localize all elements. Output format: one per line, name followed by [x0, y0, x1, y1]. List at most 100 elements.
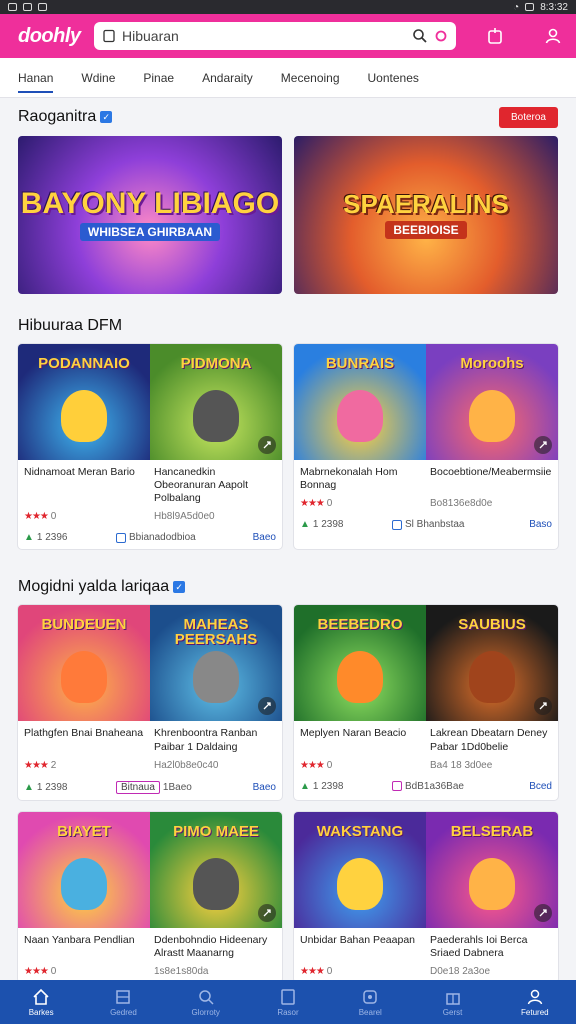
featured-banner[interactable]: SPAERALINS BEEBIOISE [294, 136, 558, 294]
favorite-icon[interactable] [534, 903, 552, 922]
players-icon: ▲ [24, 781, 34, 793]
featured-banner[interactable]: BAYONY LIBIAGO WHIBSEA GHIRBAAN [18, 136, 282, 294]
section-title: Hibuuraa DFM [18, 317, 123, 334]
category-tabs: Hanan Wdine Pinae Andaraity Mecenoing Uo… [0, 58, 576, 98]
art-title: BUNRAIS [325, 355, 395, 372]
game-card[interactable]: BUNRAIS Moroohs Mabrnekonalah Hom Bonnag Bo… [294, 344, 558, 550]
rating-stars: ★★★ [24, 759, 49, 771]
voice-icon[interactable] [434, 29, 448, 43]
wifi-icon: ◔ [513, 1, 520, 13]
art-title: SAUBIUS [458, 616, 526, 634]
card-link[interactable]: Baeo [253, 532, 276, 543]
character-art [61, 857, 107, 910]
character-art [469, 651, 515, 704]
game-meta: D0e18 2a3oe [430, 965, 491, 977]
tab-2[interactable]: Pinae [143, 61, 174, 95]
art-title: PIDMONA [180, 355, 252, 372]
profile-icon[interactable] [544, 27, 562, 45]
rating-stars: ★★★ [300, 965, 325, 977]
tab-3[interactable]: Andaraity [202, 61, 253, 95]
game-card[interactable]: WAKSTANG BELSERAB Unbidar Bahan Peaapan Pae… [294, 811, 558, 983]
home-icon [33, 988, 49, 1005]
character-art [337, 857, 383, 910]
game-thumbnail[interactable]: SAUBIUS [426, 605, 558, 722]
nav-search[interactable]: Glorroty [176, 988, 236, 1017]
favorite-icon[interactable] [258, 903, 276, 922]
notifications-icon[interactable] [486, 27, 504, 45]
status-time: 8:3:32 [540, 1, 568, 13]
rating-value: 0 [326, 965, 333, 977]
game-meta: Bo8136e8d0e [430, 498, 493, 510]
game-card[interactable]: PODANNAIO PIDMONA Nidnamoat Meran Bario Han… [18, 344, 282, 550]
game-title: Bocoebtione/Meabermsiie [430, 466, 552, 478]
recommended-cards: BUNDEUEN MAHEAS PEERSAHS Plathgfen Bnai Bn… [0, 605, 576, 800]
game-title: Nidnamoat Meran Bario [24, 466, 135, 478]
game-thumbnail[interactable]: PIDMONA [150, 344, 282, 460]
card-link[interactable]: Baeo [253, 782, 276, 793]
game-thumbnail[interactable]: BEEBEDRO [294, 605, 426, 722]
game-card[interactable]: BEEBEDRO SAUBIUS Meplyen Naran Beacio Lakre… [294, 605, 558, 800]
search-input[interactable]: Hibuaran [94, 22, 456, 50]
search-icon[interactable] [412, 28, 428, 44]
favorite-icon[interactable] [258, 436, 276, 454]
notification-icon [23, 3, 32, 11]
nav-home[interactable]: Barkes [11, 988, 71, 1017]
favorite-icon[interactable] [534, 436, 552, 454]
art-title: BELSERAB [450, 822, 534, 840]
section-title: Raoganitra ✓ [18, 108, 113, 126]
checkbox-icon[interactable] [392, 781, 402, 792]
game-thumbnail[interactable]: BELSERAB [426, 811, 558, 928]
tag-label[interactable]: Bitnaua [116, 780, 160, 794]
section-title-text: Raoganitra [18, 108, 97, 125]
game-thumbnail[interactable]: BUNRAIS [294, 344, 426, 460]
game-card[interactable]: BIAYET PIMO MAEE Naan Yanbara Pendlian Dden… [18, 811, 282, 983]
card-artwork: BUNDEUEN MAHEAS PEERSAHS [18, 605, 282, 722]
banner-subtitle: BEEBIOISE [385, 221, 467, 239]
game-thumbnail[interactable]: PIMO MAEE [150, 811, 282, 928]
game-thumbnail[interactable]: Moroohs [426, 344, 558, 460]
art-title: BUNDEUEN [41, 616, 127, 634]
nav-explore[interactable]: Bearel [340, 988, 400, 1017]
notification-icon [8, 3, 17, 11]
tab-0[interactable]: Hanan [18, 61, 54, 95]
nav-account[interactable]: Fetured [505, 988, 565, 1017]
checkbox-icon[interactable] [392, 519, 402, 530]
tab-4[interactable]: Mecenoing [281, 61, 340, 95]
user-icon [527, 989, 543, 1004]
favorite-icon[interactable] [534, 697, 552, 716]
rating-value: 0 [326, 759, 333, 771]
game-thumbnail[interactable]: WAKSTANG [294, 811, 426, 928]
game-thumbnail[interactable]: BUNDEUEN [18, 605, 150, 722]
tag-label: Bbianadodbioa [129, 532, 196, 544]
game-thumbnail[interactable]: PODANNAIO [18, 344, 150, 460]
tab-1[interactable]: Wdine [81, 61, 115, 95]
game-card[interactable]: BUNDEUEN MAHEAS PEERSAHS Plathgfen Bnai Bn… [18, 605, 282, 800]
card-body: Meplyen Naran Beacio Lakrean Dbeatarn Den… [294, 721, 558, 797]
tab-5[interactable]: Uontenes [368, 61, 419, 95]
character-art [337, 651, 383, 704]
nav-browse[interactable]: Rasor [258, 988, 318, 1017]
banner-title: SPAERALINS [343, 189, 509, 219]
section-title: Mogidni yalda lariqaa ✓ [18, 578, 186, 596]
nav-library[interactable]: Gedred [93, 988, 153, 1017]
game-title: Khrenboontra Ranban Paibar 1 Daldaing [154, 727, 258, 753]
character-art [469, 857, 515, 910]
game-thumbnail[interactable]: BIAYET [18, 811, 150, 928]
character-art [337, 390, 383, 442]
see-all-button[interactable]: Boteroa [498, 106, 558, 128]
checkbox-icon[interactable] [116, 532, 126, 543]
bottom-nav: Barkes Gedred Glorroty Rasor Bearel Gers… [0, 980, 576, 1024]
nav-rewards[interactable]: Gerst [423, 988, 483, 1017]
app-logo[interactable]: doohly [18, 25, 81, 48]
game-meta: Hb8l9A5d0e0 [154, 511, 215, 523]
banner-subtitle: WHIBSEA GHIRBAAN [79, 223, 221, 241]
favorite-icon[interactable] [258, 697, 276, 716]
card-link[interactable]: Bced [529, 781, 552, 792]
tag-extra: 1Baeo [162, 781, 192, 793]
tag-label: Sl Bhanbstaa [405, 519, 465, 531]
art-title: PODANNAIO [38, 355, 130, 372]
game-thumbnail[interactable]: MAHEAS PEERSAHS [150, 605, 282, 722]
nav-label: Barkes [28, 1007, 54, 1017]
card-link[interactable]: Baso [529, 519, 552, 530]
rating-value: 0 [50, 965, 57, 977]
